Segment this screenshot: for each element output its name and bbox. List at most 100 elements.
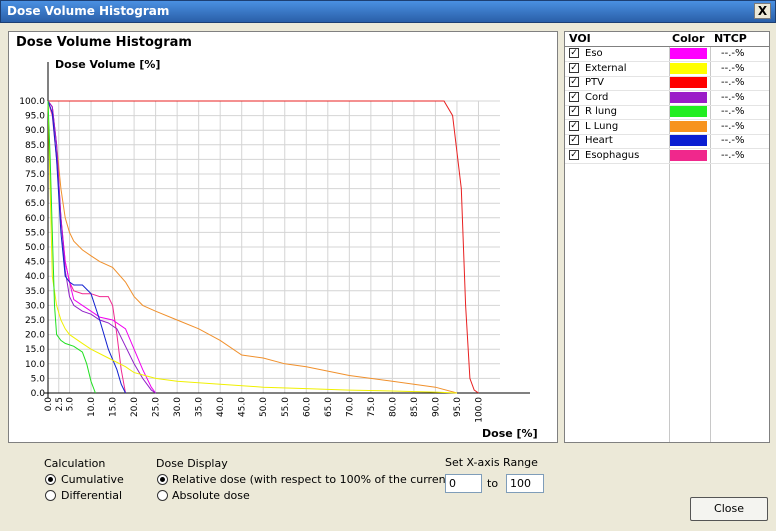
x-tick-label: 35.0 bbox=[195, 397, 205, 417]
y-tick-label: 70.0 bbox=[25, 185, 45, 195]
title-bar: Dose Volume Histogram X bbox=[0, 0, 776, 23]
voi-row: ✓ Esophagus --.-% bbox=[565, 149, 769, 164]
x-tick-label: 20.0 bbox=[130, 397, 140, 417]
x-range-to-input[interactable]: 100 bbox=[506, 474, 544, 493]
y-tick-label: 75.0 bbox=[25, 170, 45, 180]
x-tick-label: 95.0 bbox=[453, 397, 463, 417]
voi-color-swatch[interactable] bbox=[670, 120, 707, 132]
voi-color-swatch[interactable] bbox=[670, 106, 707, 117]
voi-visible-checkbox[interactable]: ✓ bbox=[569, 48, 579, 58]
x-tick-label: 75.0 bbox=[367, 397, 377, 417]
voi-color-swatch[interactable] bbox=[670, 48, 707, 59]
x-tick-label: 40.0 bbox=[216, 397, 226, 417]
x-tick-label: 70.0 bbox=[345, 397, 355, 417]
voi-color-swatch[interactable] bbox=[670, 77, 707, 88]
y-tick-label: 80.0 bbox=[25, 155, 45, 165]
voi-ntcp: --.-% bbox=[721, 91, 745, 103]
calculation-label: Calculation bbox=[44, 457, 106, 470]
absolute-dose-radio[interactable] bbox=[157, 490, 168, 501]
voi-row: ✓ R lung --.-% bbox=[565, 105, 769, 120]
x-tick-label: 25.0 bbox=[152, 397, 162, 417]
y-tick-label: 5.0 bbox=[31, 374, 46, 384]
y-tick-label: 50.0 bbox=[25, 243, 45, 253]
x-range-from-input[interactable]: 0 bbox=[445, 474, 482, 493]
voi-row: ✓ Eso --.-% bbox=[565, 47, 769, 62]
cumulative-label: Cumulative bbox=[61, 473, 124, 486]
window-close-icon[interactable]: X bbox=[754, 3, 771, 19]
x-tick-label: 80.0 bbox=[388, 397, 398, 417]
dose-display-label: Dose Display bbox=[156, 457, 228, 470]
options-panel: Calculation Cumulative Differential Dose… bbox=[0, 447, 776, 531]
voi-visible-checkbox[interactable]: ✓ bbox=[569, 120, 579, 131]
y-tick-label: 30.0 bbox=[25, 301, 45, 311]
voi-visible-checkbox[interactable]: ✓ bbox=[569, 62, 579, 73]
y-tick-label: 85.0 bbox=[25, 141, 45, 151]
x-tick-label: 2.5 bbox=[55, 397, 65, 411]
voi-color-swatch[interactable] bbox=[670, 62, 707, 74]
voi-name: R lung bbox=[585, 106, 617, 117]
voi-visible-checkbox[interactable]: ✓ bbox=[569, 91, 579, 102]
voi-column-header: VOI bbox=[569, 32, 591, 45]
y-tick-label: 45.0 bbox=[25, 258, 45, 268]
absolute-dose-label: Absolute dose bbox=[172, 489, 250, 502]
voi-ntcp: --.-% bbox=[721, 62, 745, 74]
voi-name: Cord bbox=[585, 91, 609, 103]
voi-ntcp: --.-% bbox=[721, 149, 745, 161]
x-tick-label: 90.0 bbox=[431, 397, 441, 417]
voi-ntcp: --.-% bbox=[721, 106, 745, 117]
x-range-to-label: to bbox=[487, 477, 499, 490]
x-tick-label: 65.0 bbox=[324, 397, 334, 417]
voi-name: PTV bbox=[585, 77, 604, 88]
cumulative-radio[interactable] bbox=[45, 474, 56, 485]
voi-color-swatch[interactable] bbox=[670, 149, 707, 161]
voi-name: Eso bbox=[585, 48, 603, 59]
voi-row: ✓ Heart --.-% bbox=[565, 134, 769, 149]
x-tick-label: 50.0 bbox=[259, 397, 269, 417]
voi-row: ✓ External --.-% bbox=[565, 62, 769, 77]
voi-name: Heart bbox=[585, 135, 613, 146]
x-tick-label: 5.0 bbox=[66, 397, 76, 412]
relative-dose-label: Relative dose (with respect to 100% of t… bbox=[172, 473, 482, 486]
y-tick-label: 55.0 bbox=[25, 228, 45, 238]
voi-ntcp: --.-% bbox=[721, 135, 745, 146]
close-button[interactable]: Close bbox=[690, 497, 768, 521]
dvh-chart-panel: Dose Volume Histogram 0.0 5.0 10.0 15.0 20.0… bbox=[8, 31, 558, 443]
relative-dose-radio[interactable] bbox=[157, 474, 168, 485]
voi-visible-checkbox[interactable]: ✓ bbox=[569, 135, 579, 145]
voi-table: VOI Color NTCP ✓ Eso --.-% ✓ External --.-% ✓ P… bbox=[564, 31, 770, 443]
y-tick-label: 25.0 bbox=[25, 316, 45, 326]
voi-name: Esophagus bbox=[585, 149, 640, 161]
window-title: Dose Volume Histogram bbox=[7, 4, 170, 18]
x-tick-label: 15.0 bbox=[109, 397, 119, 417]
y-tick-label: 60.0 bbox=[25, 214, 45, 224]
y-tick-label: 35.0 bbox=[25, 287, 45, 297]
voi-name: External bbox=[585, 62, 627, 74]
voi-visible-checkbox[interactable]: ✓ bbox=[569, 149, 579, 160]
differential-radio[interactable] bbox=[45, 490, 56, 501]
voi-row: ✓ Cord --.-% bbox=[565, 91, 769, 106]
x-tick-label: 100.0 bbox=[474, 397, 484, 423]
differential-label: Differential bbox=[61, 489, 123, 502]
x-tick-label: 30.0 bbox=[173, 397, 183, 417]
color-column-header: Color bbox=[672, 32, 705, 45]
x-tick-label: 55.0 bbox=[281, 397, 291, 417]
y-tick-label: 15.0 bbox=[25, 345, 45, 355]
y-tick-label: 90.0 bbox=[25, 126, 45, 136]
x-axis-label: Dose [%] bbox=[482, 427, 538, 440]
voi-ntcp: --.-% bbox=[721, 48, 745, 59]
y-tick-label: 20.0 bbox=[25, 331, 45, 341]
y-tick-label: 65.0 bbox=[25, 199, 45, 209]
x-range-label: Set X-axis Range bbox=[445, 456, 538, 469]
voi-visible-checkbox[interactable]: ✓ bbox=[569, 106, 579, 116]
voi-name: L Lung bbox=[585, 120, 619, 132]
x-tick-label: 10.0 bbox=[87, 397, 97, 417]
y-axis-label: Dose Volume [%] bbox=[55, 58, 160, 71]
voi-color-swatch[interactable] bbox=[670, 91, 707, 103]
voi-visible-checkbox[interactable]: ✓ bbox=[569, 77, 579, 87]
dvh-plot: 0.0 5.0 10.0 15.0 20.0 25.0 30.0 35.0 40.0 45.0 50… bbox=[19, 58, 538, 440]
y-tick-label: 95.0 bbox=[25, 112, 45, 122]
voi-row: ✓ PTV --.-% bbox=[565, 76, 769, 91]
x-tick-label: 85.0 bbox=[410, 397, 420, 417]
voi-ntcp: --.-% bbox=[721, 77, 745, 88]
voi-color-swatch[interactable] bbox=[670, 135, 707, 146]
